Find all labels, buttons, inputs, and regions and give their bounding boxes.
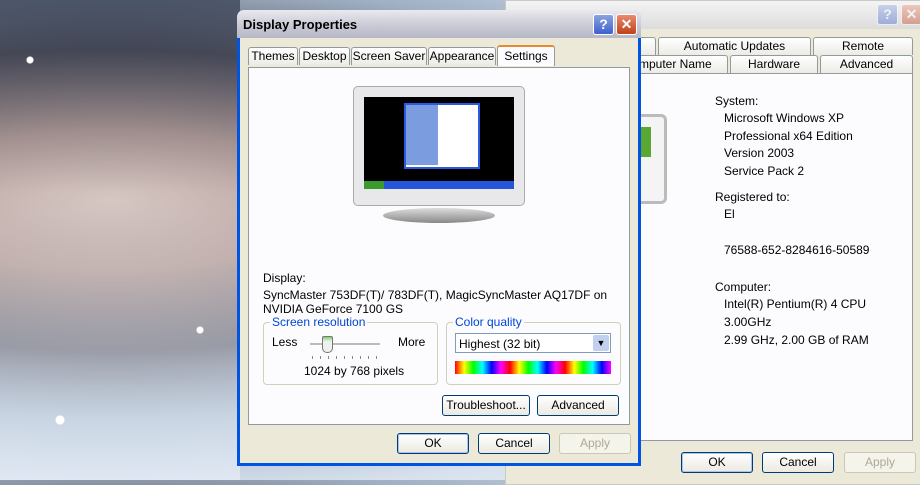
less-label: Less	[272, 335, 298, 349]
os-edition: Professional x64 Edition	[724, 129, 853, 143]
monitor-preview	[353, 86, 525, 206]
resolution-value: 1024 by 768 pixels	[304, 364, 405, 378]
resolution-slider-thumb[interactable]	[321, 336, 333, 353]
cpu-name: Intel(R) Pentium(R) 4 CPU	[724, 297, 867, 311]
tab-themes[interactable]: Themes	[248, 47, 298, 65]
help-button[interactable]: ?	[877, 4, 898, 25]
tab-advanced[interactable]: Advanced	[820, 55, 913, 73]
slider-ticks	[312, 356, 378, 359]
screen-resolution-group: Screen resolution Less More 1024 by 768 …	[263, 315, 438, 385]
dialog-title: Display Properties	[243, 17, 358, 32]
ok-button[interactable]: OK	[681, 452, 753, 473]
tab-desktop[interactable]: Desktop	[299, 47, 350, 65]
tab-appearance[interactable]: Appearance	[428, 47, 496, 65]
preview-screen	[364, 97, 514, 189]
color-quality-group: Color quality Highest (32 bit) ▼	[446, 315, 621, 385]
advanced-button[interactable]: Advanced	[537, 395, 619, 416]
close-button[interactable]: ✕	[616, 14, 637, 35]
tab-remote[interactable]: Remote	[813, 37, 913, 55]
registered-user: El	[724, 207, 735, 221]
apply-button[interactable]: Apply	[559, 433, 631, 454]
color-quality-select[interactable]: Highest (32 bit) ▼	[455, 333, 611, 353]
tab-hardware[interactable]: Hardware	[730, 55, 818, 73]
display-label: Display:	[263, 271, 306, 285]
display-properties-dialog: Display Properties ? ✕ Themes Desktop Sc…	[237, 10, 641, 466]
tab-computer-name[interactable]: mputer Name	[638, 55, 728, 73]
screen-resolution-legend: Screen resolution	[270, 315, 368, 329]
close-button[interactable]: ✕	[901, 4, 920, 25]
settings-panel: Display: SyncMaster 753DF(T)/ 783DF(T), …	[248, 67, 630, 425]
tab-settings[interactable]: Settings	[497, 45, 555, 66]
title-bar: Display Properties	[237, 10, 641, 38]
resolution-slider-track[interactable]	[310, 336, 380, 353]
apply-button[interactable]: Apply	[844, 452, 916, 473]
ok-button[interactable]: OK	[397, 433, 469, 454]
cancel-button[interactable]: Cancel	[478, 433, 550, 454]
registered-label: Registered to:	[715, 190, 790, 204]
color-quality-legend: Color quality	[453, 315, 524, 329]
ram-info: 2.99 GHz, 2.00 GB of RAM	[724, 333, 869, 347]
background-photo	[0, 0, 240, 480]
color-spectrum-preview	[455, 361, 611, 374]
help-button[interactable]: ?	[593, 14, 614, 35]
computer-label: Computer:	[715, 280, 772, 294]
more-label: More	[398, 335, 426, 349]
system-logo	[637, 114, 667, 204]
tab-screen-saver[interactable]: Screen Saver	[351, 47, 427, 65]
cpu-speed: 3.00GHz	[724, 315, 772, 329]
troubleshoot-button[interactable]: Troubleshoot...	[442, 395, 530, 416]
product-id: 76588-652-8284616-50589	[724, 243, 870, 257]
display-value: SyncMaster 753DF(T)/ 783DF(T), MagicSync…	[263, 288, 608, 316]
os-name: Microsoft Windows XP	[724, 111, 845, 125]
cancel-button[interactable]: Cancel	[762, 452, 834, 473]
chevron-down-icon[interactable]: ▼	[593, 335, 609, 351]
system-label: System:	[715, 94, 759, 108]
monitor-stand	[383, 208, 495, 223]
tab-automatic-updates[interactable]: Automatic Updates	[658, 37, 811, 55]
os-version: Version 2003	[724, 146, 795, 160]
general-panel: System: Microsoft Windows XP Professiona…	[637, 73, 913, 441]
service-pack: Service Pack 2	[724, 164, 805, 178]
color-quality-value: Highest (32 bit)	[459, 337, 541, 351]
